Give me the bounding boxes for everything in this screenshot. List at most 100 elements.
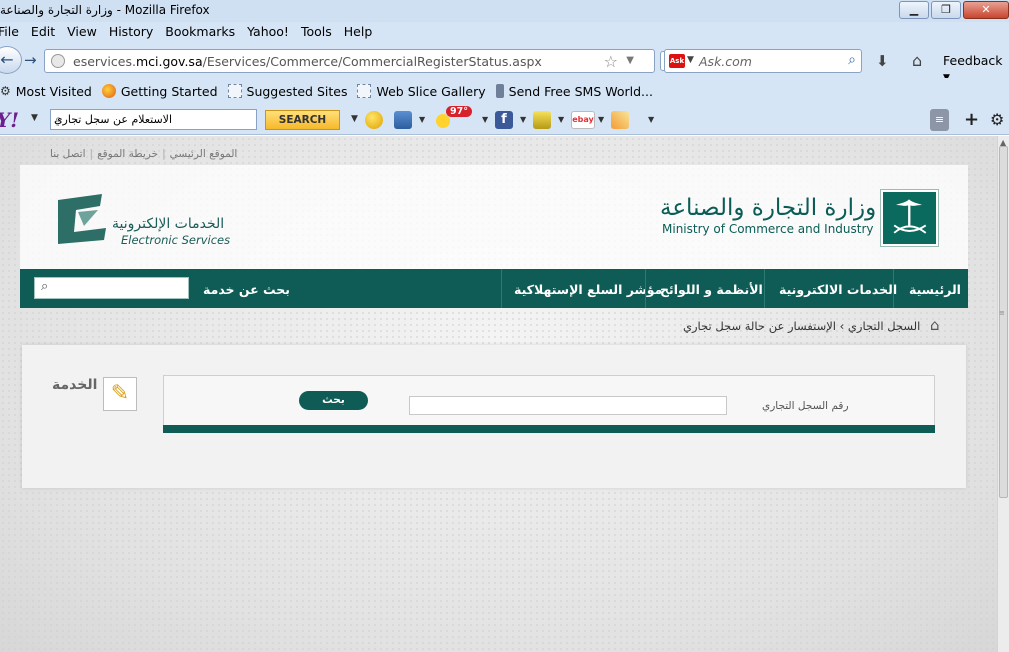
web-search-placeholder: Ask.com	[699, 54, 752, 69]
menu-history[interactable]: History	[109, 22, 153, 42]
url-text[interactable]: eservices.mci.gov.sa/Eservices/Commerce/…	[73, 54, 542, 69]
cr-search-button[interactable]: بحث	[299, 391, 368, 410]
ask-engine-icon[interactable]: Ask	[669, 54, 685, 68]
nav-home[interactable]: الرئيسية	[909, 282, 961, 297]
navigation-toolbar: ← → eservices.mci.gov.sa/Eservices/Comme…	[0, 42, 1009, 83]
yahoo-logo[interactable]: Y!	[0, 108, 19, 132]
link-contact-us[interactable]: اتصل بنا	[50, 148, 86, 160]
bookmark-send-sms[interactable]: Send Free SMS World...	[495, 84, 653, 99]
page-icon	[357, 84, 372, 98]
eservices-logo-arabic: الخدمات الإلكترونية	[112, 216, 225, 232]
service-search-input[interactable]: ⌕	[34, 277, 189, 299]
nav-regulations[interactable]: الأنظمة و اللوائح	[660, 282, 763, 297]
toolbar-menu-icon[interactable]: ≡	[930, 109, 949, 131]
electronic-services-logo[interactable]	[54, 190, 114, 246]
nav-divider	[645, 269, 646, 308]
bookmark-most-visited[interactable]: ⚙ Most Visited	[0, 84, 92, 99]
forward-button[interactable]: →	[24, 51, 37, 69]
search-icon: ⌕	[41, 279, 49, 294]
menu-file[interactable]: File	[0, 22, 19, 42]
menubar: File Edit View History Bookmarks Yahoo! …	[0, 22, 1009, 42]
maximize-button[interactable]: ❐	[931, 1, 961, 19]
yahoo-toolbar: Y! ▼ ⌕ الاستعلام عن سجل تجاري SEARCH ▼ ▼…	[0, 104, 1009, 135]
nav-eservices[interactable]: الخدمات الالكترونية	[779, 282, 897, 297]
rate-service-pencil-icon[interactable]: ✎	[103, 377, 137, 411]
bookmark-web-slice-gallery[interactable]: Web Slice Gallery	[357, 84, 486, 99]
mail-icon[interactable]	[394, 111, 412, 129]
add-icon[interactable]: +	[964, 109, 979, 130]
menu-view[interactable]: View	[67, 22, 97, 42]
url-bar[interactable]: eservices.mci.gov.sa/Eservices/Commerce/…	[44, 49, 655, 73]
bookmark-star-icon[interactable]: ☆	[604, 52, 618, 71]
back-arrow-icon: ←	[0, 50, 14, 69]
facebook-icon[interactable]: f	[495, 111, 513, 129]
web-search-box[interactable]: Ask ▼ Ask.com ⌕	[664, 49, 862, 73]
breadcrumb-current-page: الإستفسار عن حالة سجل تجاري	[683, 319, 836, 333]
ministry-name-english: Ministry of Commerce and Industry	[662, 222, 874, 236]
ministry-name-arabic: وزارة التجارة والصناعة	[660, 195, 877, 221]
menu-help[interactable]: Help	[344, 22, 373, 42]
cr-number-input[interactable]	[409, 396, 727, 415]
service-search-label: بحث عن خدمة	[203, 282, 290, 297]
gear-icon: ⚙	[0, 84, 11, 98]
breadcrumb-commercial-register[interactable]: السجل التجاري	[848, 319, 920, 333]
yahoo-search-input[interactable]: ⌕ الاستعلام عن سجل تجاري	[50, 109, 257, 130]
minimize-button[interactable]: ▁	[899, 1, 929, 19]
bookmarks-toolbar: ⚙ Most Visited Getting Started Suggested …	[0, 78, 1009, 104]
menu-bookmarks[interactable]: Bookmarks	[165, 22, 235, 42]
cr-number-label: رقم السجل التجاري	[762, 400, 849, 412]
nav-consumer-index[interactable]: مؤشر السلع الإستهلاكية	[514, 282, 662, 297]
window-title: وزارة التجارة والصناعة - Mozilla Firefox	[0, 3, 210, 17]
app-dropdown-icon[interactable]: ▼	[558, 115, 564, 124]
scrollbar-thumb[interactable]	[999, 146, 1008, 498]
window-controls: ▁ ❐ ✕	[899, 1, 1009, 19]
window-titlebar: وزارة التجارة والصناعة - Mozilla Firefox…	[0, 0, 1009, 22]
menu-edit[interactable]: Edit	[31, 22, 55, 42]
saudi-emblem-logo[interactable]	[880, 189, 939, 247]
settings-gear-icon[interactable]: ⚙	[990, 110, 1004, 129]
url-history-dropdown-icon[interactable]: ▼	[626, 55, 634, 66]
menu-yahoo[interactable]: Yahoo!	[247, 22, 289, 42]
weather-temperature-badge: 97°	[446, 106, 472, 117]
search-icon[interactable]: ⌕	[848, 52, 856, 68]
breadcrumb-separator-icon: ›	[839, 319, 845, 333]
messenger-icon[interactable]	[365, 111, 383, 129]
engine-dropdown-icon[interactable]: ▼	[687, 55, 694, 65]
site-identity-icon[interactable]	[51, 54, 65, 68]
breadcrumb-home-icon[interactable]: ⌂	[930, 316, 940, 334]
phone-icon	[495, 84, 504, 98]
facebook-dropdown-icon[interactable]: ▼	[520, 115, 526, 124]
yahoo-app-icon[interactable]	[533, 111, 551, 129]
weather-dropdown-icon[interactable]: ▼	[482, 115, 488, 124]
scroll-grip-icon: ≡	[999, 309, 1005, 317]
forward-arrow-icon: →	[24, 51, 37, 69]
mail-dropdown-icon[interactable]: ▼	[419, 115, 425, 124]
menu-tools[interactable]: Tools	[301, 22, 332, 42]
nav-divider	[501, 269, 502, 308]
firefox-icon	[101, 84, 116, 98]
downloads-icon[interactable]: ⬇	[876, 52, 889, 70]
eservices-logo-english: Electronic Services	[121, 233, 231, 247]
yahoo-search-button[interactable]: SEARCH	[265, 110, 340, 130]
bookmark-getting-started[interactable]: Getting Started	[101, 84, 218, 99]
ebay-icon[interactable]: ebay	[571, 111, 595, 129]
link-sitemap[interactable]: خريطة الموقع	[97, 148, 158, 160]
site-top-links: الموقع الرئيسي|خريطة الموقع|اتصل بنا	[50, 148, 238, 160]
vertical-scrollbar[interactable]: ▲ ≡	[997, 136, 1009, 652]
puzzle-icon[interactable]	[611, 111, 629, 129]
bookmark-suggested-sites[interactable]: Suggested Sites	[227, 84, 347, 99]
link-main-site[interactable]: الموقع الرئيسي	[170, 148, 238, 160]
yahoo-search-value[interactable]: الاستعلام عن سجل تجاري	[54, 113, 172, 126]
more-dropdown-icon[interactable]: ▼	[648, 115, 654, 124]
nav-divider	[893, 269, 894, 308]
home-icon[interactable]: ⌂	[912, 51, 922, 70]
yahoo-menu-dropdown-icon[interactable]: ▼	[31, 113, 38, 123]
nav-divider	[764, 269, 765, 308]
breadcrumb: السجل التجاري › الإستفسار عن حالة سجل تج…	[683, 319, 920, 333]
form-bottom-bar	[163, 425, 935, 433]
close-button[interactable]: ✕	[963, 1, 1009, 19]
back-button[interactable]: ←	[0, 46, 22, 74]
yahoo-search-dropdown-icon[interactable]: ▼	[351, 114, 358, 124]
page-icon	[227, 84, 242, 98]
ebay-dropdown-icon[interactable]: ▼	[598, 115, 604, 124]
